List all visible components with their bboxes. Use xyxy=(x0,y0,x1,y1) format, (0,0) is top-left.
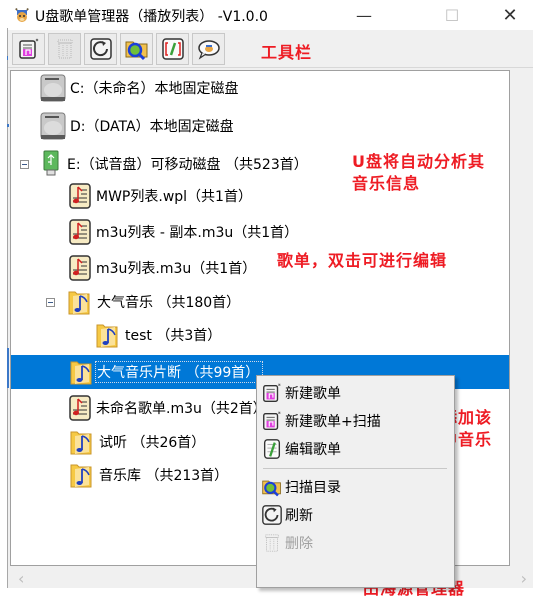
refresh-button[interactable] xyxy=(84,33,117,65)
background-mark xyxy=(7,348,9,388)
new-playlist-icon xyxy=(18,38,38,59)
tree-item-playlist[interactable]: 未命名歌单.m3u（共2首） xyxy=(68,393,267,423)
menu-item-delete[interactable]: 删除 xyxy=(259,530,451,556)
trash-icon xyxy=(265,534,279,552)
menu-item-label: 刷新 xyxy=(285,508,313,524)
playlist-file-icon xyxy=(69,395,91,421)
trash-icon xyxy=(57,39,72,59)
edit-icon xyxy=(263,439,281,459)
speech-bubble-icon xyxy=(197,40,220,60)
edit-icon xyxy=(161,38,184,60)
toolbar: 工具栏 xyxy=(8,31,533,68)
annotation-usb-line2: 音乐信息 xyxy=(352,174,421,193)
close-icon: ✕ xyxy=(502,4,518,26)
maximize-icon: ☐ xyxy=(444,5,460,25)
tree-item-folder[interactable]: 大气音乐 （共180首） xyxy=(46,287,240,317)
tree-item-label: MWP列表.wpl（共1首） xyxy=(96,189,252,205)
menu-item-new-playlist[interactable]: 新建歌单 xyxy=(259,380,451,406)
toolbar-annotation: 工具栏 xyxy=(261,43,313,62)
tree-item-folder[interactable]: 试听 （共26首） xyxy=(69,427,205,457)
menu-separator xyxy=(263,468,447,469)
scan-folder-button[interactable] xyxy=(120,33,153,65)
window-title: U盘歌单管理器（播放列表） -V1.0.0 xyxy=(35,9,268,25)
annotation-playlist: 歌单，双击可进行编辑 xyxy=(277,251,448,270)
tree-item-folder[interactable]: test （共3首） xyxy=(95,320,221,350)
tree-item-label: test （共3首） xyxy=(125,328,222,344)
collapse-toggle[interactable] xyxy=(20,159,29,169)
menu-item-label: 扫描目录 xyxy=(285,480,341,496)
menu-item-label: 编辑歌单 xyxy=(285,442,341,458)
collapse-toggle[interactable] xyxy=(46,297,55,307)
menu-item-scan-folder[interactable]: 扫描目录 xyxy=(259,474,451,500)
tree-item-label: m3u列表.m3u（共1首） xyxy=(96,261,257,277)
new-playlist-button[interactable] xyxy=(12,33,45,65)
menu-item-new-playlist-scan[interactable]: 新建歌单+扫描 xyxy=(259,408,451,434)
folder-search-icon xyxy=(125,41,147,61)
tree-item-drive-e[interactable]: E:（试音盘）可移动磁盘 （共523首） xyxy=(20,149,308,179)
annotation-usb-line1: U盘将自动分析其 xyxy=(352,152,485,171)
tree-item-drive-d[interactable]: D:（DATA）本地固定磁盘 xyxy=(38,111,234,141)
music-folder-icon xyxy=(96,324,118,348)
refresh-icon xyxy=(262,505,282,525)
tree-item-label: D:（DATA）本地固定磁盘 xyxy=(70,119,234,135)
menu-item-label: 删除 xyxy=(285,536,313,552)
music-folder-icon xyxy=(68,291,90,315)
tree-item-label: 试听 （共26首） xyxy=(99,435,206,451)
music-folder-icon xyxy=(70,431,92,455)
hard-drive-icon xyxy=(40,74,66,102)
tree-item-playlist[interactable]: m3u列表 - 副本.m3u（共1首） xyxy=(68,217,298,247)
tree-item-label: 大气音乐 （共180首） xyxy=(97,295,241,311)
minimize-button[interactable]: — xyxy=(341,0,387,30)
about-button[interactable] xyxy=(192,33,225,65)
tree-item-playlist[interactable]: m3u列表.m3u（共1首） xyxy=(68,253,256,283)
playlist-file-icon xyxy=(69,219,91,245)
hard-drive-icon xyxy=(40,112,66,140)
tree-item-label: E:（试音盘）可移动磁盘 （共523首） xyxy=(67,157,308,173)
background-mark xyxy=(7,124,9,127)
tree-item-label: m3u列表 - 副本.m3u（共1首） xyxy=(96,225,299,241)
app-window: U盘歌单管理器（播放列表） -V1.0.0 — ☐ ✕ 工具栏 C:（未命名）本… xyxy=(0,0,533,598)
delete-button[interactable] xyxy=(48,33,81,65)
title-bar: U盘歌单管理器（播放列表） -V1.0.0 — ☐ ✕ xyxy=(8,0,533,30)
menu-item-edit-playlist[interactable]: 编辑歌单 xyxy=(259,436,451,462)
context-menu: 新建歌单 新建歌单+扫描 编辑歌单 扫描目录 刷新 删除 xyxy=(256,375,455,588)
annotation-usb: U盘将自动分析其 音乐信息 xyxy=(352,151,485,195)
maximize-button[interactable]: ☐ xyxy=(429,0,475,30)
close-button[interactable]: ✕ xyxy=(487,0,533,30)
playlist-file-icon xyxy=(69,255,91,281)
music-folder-icon xyxy=(70,361,92,385)
menu-item-refresh[interactable]: 刷新 xyxy=(259,502,451,528)
tree-item-drive-c[interactable]: C:（未命名）本地固定磁盘 xyxy=(38,73,239,103)
tree-item-label: C:（未命名）本地固定磁盘 xyxy=(70,81,239,97)
new-playlist-scan-icon xyxy=(263,411,281,430)
tree-item-label: 未命名歌单.m3u（共2首） xyxy=(96,401,267,417)
music-folder-icon xyxy=(70,464,92,488)
tree-item-playlist[interactable]: MWP列表.wpl（共1首） xyxy=(68,181,252,211)
usb-drive-icon xyxy=(43,150,59,176)
tree-item-label: 音乐库 （共213首） xyxy=(99,468,229,484)
scroll-right-icon[interactable]: › xyxy=(521,569,527,588)
window-left-border xyxy=(7,28,8,588)
menu-item-label: 新建歌单 xyxy=(285,386,341,402)
app-logo-icon xyxy=(15,8,29,22)
menu-item-label: 新建歌单+扫描 xyxy=(285,414,381,430)
scroll-left-icon[interactable]: ‹ xyxy=(18,569,24,588)
playlist-file-icon xyxy=(69,183,91,209)
tree-item-label: 大气音乐片断 （共99首） xyxy=(94,361,264,383)
minimize-icon: — xyxy=(356,5,372,25)
refresh-icon xyxy=(89,38,112,60)
tree-item-folder[interactable]: 音乐库 （共213首） xyxy=(69,460,228,490)
new-playlist-icon xyxy=(263,383,281,402)
edit-playlist-button[interactable] xyxy=(156,33,189,65)
folder-search-icon xyxy=(262,480,281,497)
